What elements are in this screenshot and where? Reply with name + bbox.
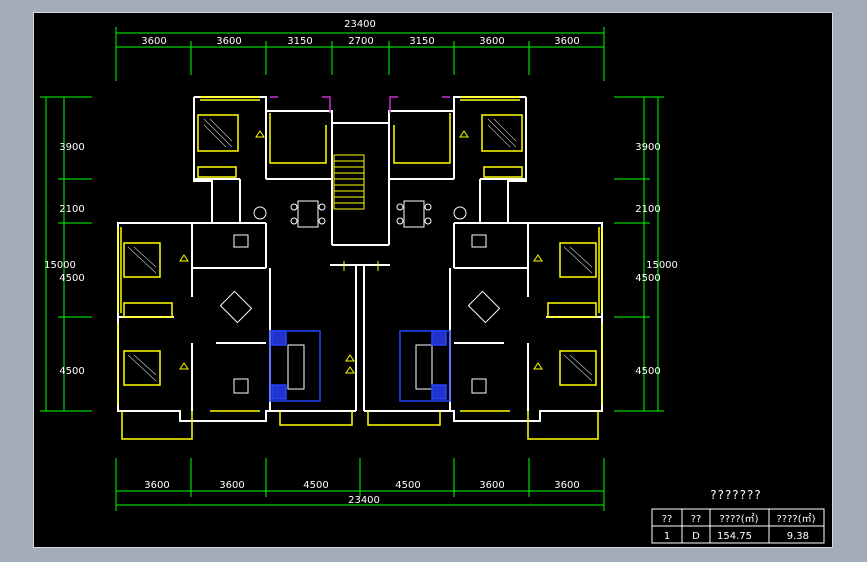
title-block-header: ????(㎡) [719, 513, 758, 525]
right-total-dimension: 15000 [646, 260, 678, 271]
top-dimension-label: 3600 [141, 36, 166, 47]
title-block-cell: 9.38 [787, 531, 809, 542]
drawing-sheet: 23400 3600 3600 3150 2700 3150 3600 3600… [33, 12, 833, 548]
top-dimension-label: 2700 [348, 36, 373, 47]
top-dimension-label: 3600 [479, 36, 504, 47]
left-total-dimension: 15000 [44, 260, 76, 271]
title-block-header: ?? [691, 514, 702, 525]
bottom-dimension-label: 3600 [144, 480, 169, 491]
bottom-dimension-label: 4500 [303, 480, 328, 491]
left-dimension-label: 4500 [59, 366, 84, 377]
walls [117, 96, 603, 422]
bottom-total-dimension: 23400 [348, 495, 380, 506]
right-dimension-label: 2100 [635, 204, 660, 215]
title-block-header: ????(㎡) [776, 513, 815, 525]
left-dimension-label: 3900 [59, 142, 84, 153]
title-block-cell: D [692, 531, 700, 542]
bottom-dimension-label: 3600 [219, 480, 244, 491]
drawing-title: ??????? [710, 488, 762, 502]
right-dimension-label: 4500 [635, 273, 660, 284]
top-dimension-label: 3150 [287, 36, 312, 47]
top-dimension-label: 3600 [554, 36, 579, 47]
title-block-cell: 1 [664, 531, 670, 542]
right-dimension-label: 4500 [635, 366, 660, 377]
bottom-dimension-label: 3600 [479, 480, 504, 491]
top-dimension-label: 3600 [216, 36, 241, 47]
bed-hatching [127, 118, 593, 382]
living-room-sofas [269, 330, 451, 402]
title-block-cell: 154.75 [717, 531, 752, 542]
top-dimension-label: 3150 [409, 36, 434, 47]
bottom-dimension-label: 3600 [554, 480, 579, 491]
left-dimension-label: 4500 [59, 273, 84, 284]
title-block-header: ?? [662, 514, 673, 525]
bottom-dimension-label: 4500 [395, 480, 420, 491]
staircase [333, 154, 365, 210]
windows-and-balconies [117, 96, 603, 440]
left-dimension-label: 2100 [59, 204, 84, 215]
floor-plan-drawing: 23400 3600 3600 3150 2700 3150 3600 3600… [40, 19, 825, 544]
right-dimension-label: 3900 [635, 142, 660, 153]
furniture [219, 200, 501, 394]
top-total-dimension: 23400 [344, 19, 376, 30]
